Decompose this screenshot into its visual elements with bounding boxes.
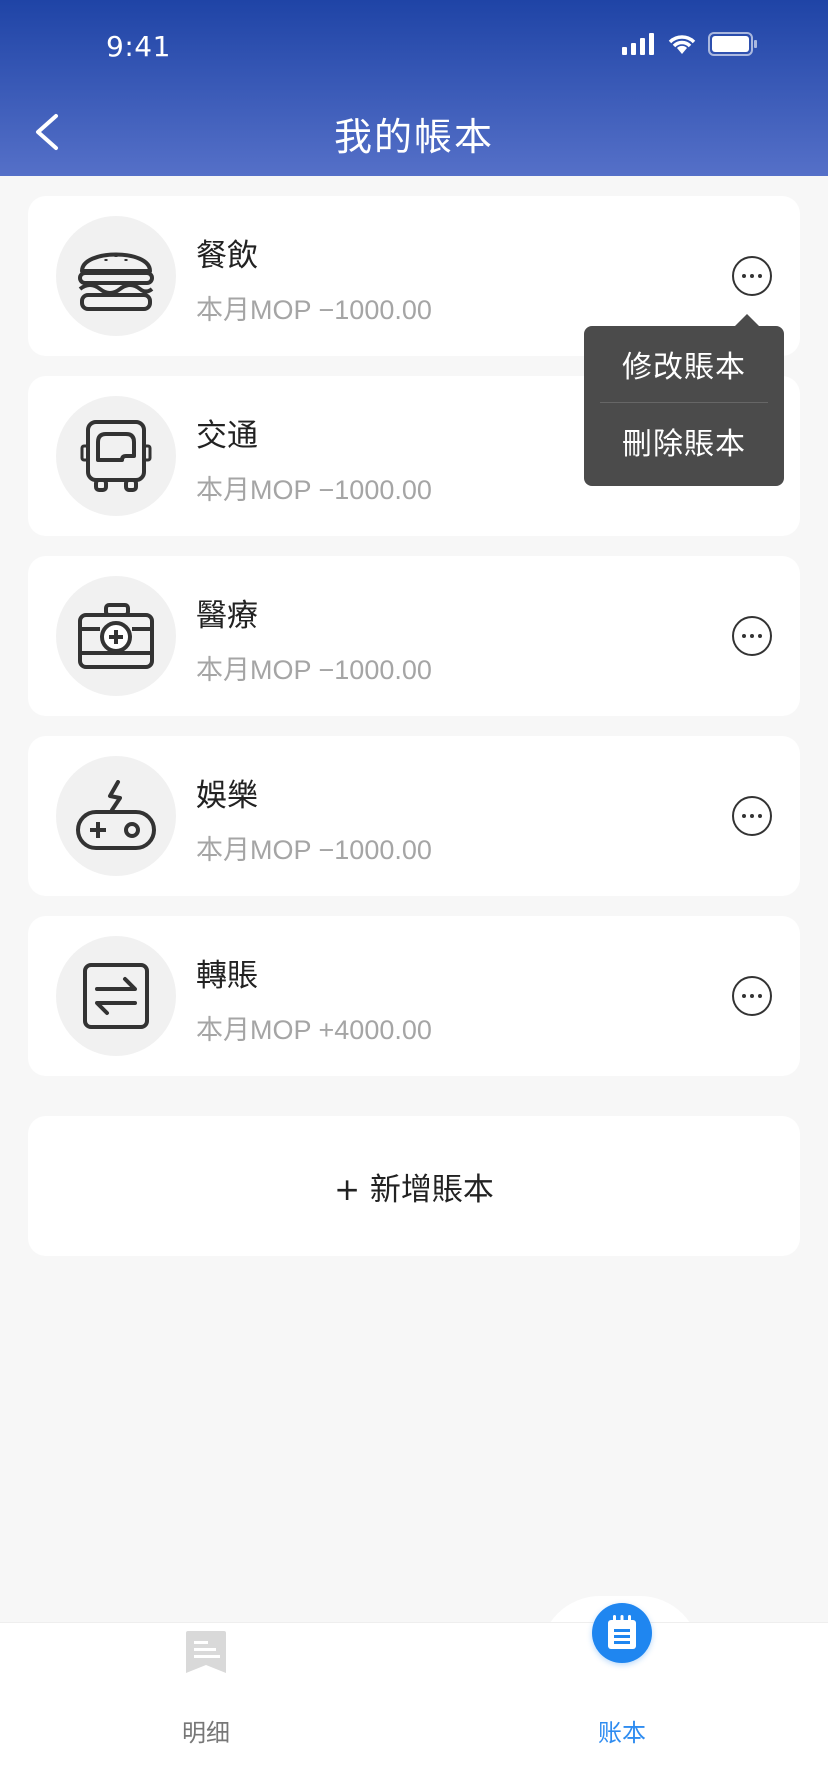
gamepad-icon	[76, 780, 156, 850]
status-icons	[622, 32, 758, 56]
transfer-icon	[83, 963, 149, 1029]
book-avatar	[56, 756, 176, 876]
tab-bar: 明细 账本	[0, 1603, 828, 1792]
signal-icon	[622, 33, 654, 55]
more-dot	[758, 994, 762, 998]
book-amount: 本月MOP −1000.00	[196, 655, 432, 685]
book-name: 交通	[196, 418, 258, 454]
more-dot	[750, 634, 754, 638]
more-dot	[758, 634, 762, 638]
tab-details-label: 明细	[182, 1719, 230, 1747]
book-avatar	[56, 216, 176, 336]
book-name: 餐飲	[196, 238, 258, 274]
battery-icon	[708, 32, 757, 56]
book-amount: 本月MOP −1000.00	[196, 475, 432, 505]
book-card-transfer[interactable]: 轉賬 本月MOP +4000.00	[28, 916, 800, 1076]
more-options-button[interactable]	[732, 256, 772, 296]
book-avatar	[56, 936, 176, 1056]
book-avatar	[56, 576, 176, 696]
more-dot	[742, 994, 746, 998]
book-card-entertainment[interactable]: 娛樂 本月MOP −1000.00	[28, 736, 800, 896]
more-dot	[750, 274, 754, 278]
book-name: 醫療	[196, 598, 258, 634]
more-dot	[750, 814, 754, 818]
details-icon	[186, 1631, 226, 1673]
header: 9:41 我的帳本	[0, 0, 828, 176]
notebook-icon	[608, 1615, 636, 1649]
book-amount: 本月MOP −1000.00	[196, 835, 432, 865]
bus-icon	[80, 420, 152, 492]
book-avatar	[56, 396, 176, 516]
book-name: 轉賬	[196, 958, 258, 994]
wifi-icon	[668, 35, 696, 54]
tab-books-label: 账本	[598, 1719, 646, 1747]
tab-books[interactable]: 账本	[522, 1603, 722, 1773]
tab-details[interactable]: 明细	[106, 1623, 306, 1773]
more-dot	[750, 994, 754, 998]
book-amount: 本月MOP −1000.00	[196, 295, 432, 325]
more-options-button[interactable]	[732, 796, 772, 836]
more-dot	[758, 274, 762, 278]
more-options-button[interactable]	[732, 976, 772, 1016]
book-name: 娛樂	[196, 778, 258, 814]
books-tab-icon-bg	[592, 1603, 652, 1663]
page-title: 我的帳本	[333, 115, 494, 159]
more-dot	[742, 634, 746, 638]
book-options-popup: 修改賬本 刪除賬本	[584, 314, 784, 486]
medical-kit-icon	[78, 603, 154, 669]
book-amount: 本月MOP +4000.00	[196, 1015, 432, 1045]
book-card-medical[interactable]: 醫療 本月MOP −1000.00	[28, 556, 800, 716]
add-book-button[interactable]: + 新增賬本	[28, 1116, 800, 1256]
more-options-button[interactable]	[732, 616, 772, 656]
status-time: 9:41	[106, 30, 171, 63]
more-dot	[742, 814, 746, 818]
more-dot	[758, 814, 762, 818]
edit-book-menu-item[interactable]: 修改賬本	[584, 326, 784, 402]
delete-book-menu-item[interactable]: 刪除賬本	[584, 403, 784, 479]
add-book-label: + 新增賬本	[334, 1171, 494, 1208]
more-dot	[742, 274, 746, 278]
burger-icon	[78, 252, 154, 311]
